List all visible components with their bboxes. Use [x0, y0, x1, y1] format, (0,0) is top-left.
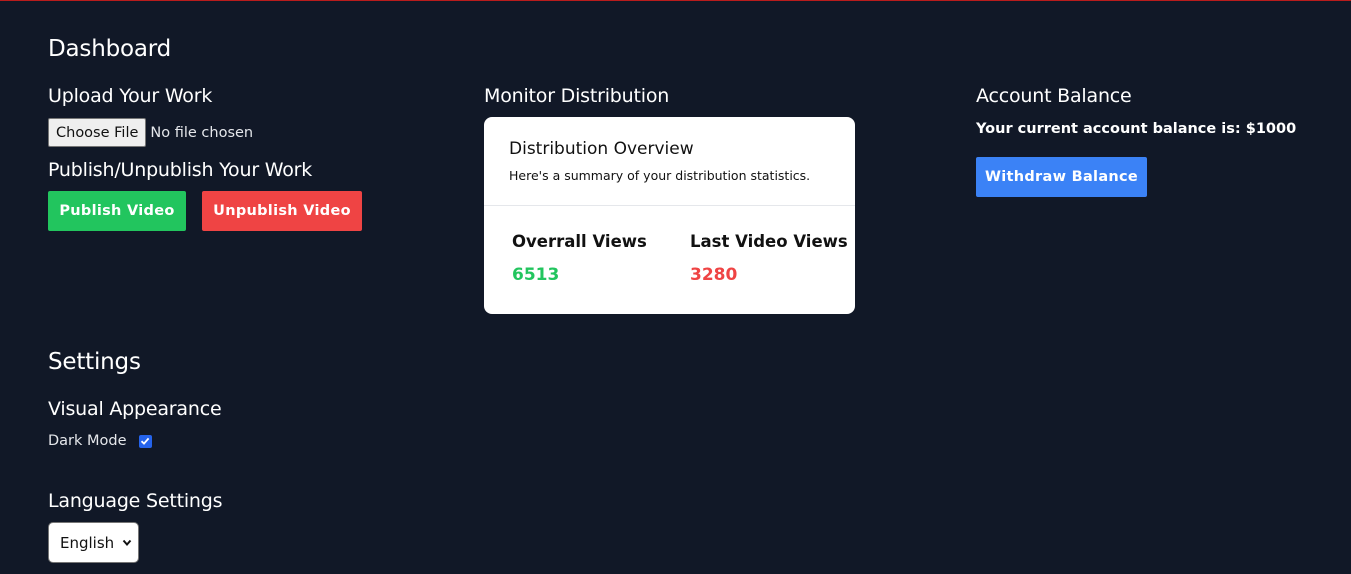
monitor-heading: Monitor Distribution: [484, 85, 670, 107]
chevron-down-icon: [122, 539, 132, 547]
upload-heading: Upload Your Work: [48, 85, 213, 107]
choose-file-button[interactable]: Choose File: [48, 118, 147, 147]
card-divider: [484, 205, 855, 206]
language-selected-value: English: [60, 533, 115, 552]
last-video-views-label: Last Video Views: [690, 232, 848, 251]
dark-mode-label: Dark Mode: [48, 433, 127, 449]
overall-views-label: Overrall Views: [512, 232, 647, 251]
language-select[interactable]: English: [48, 522, 139, 563]
balance-heading: Account Balance: [976, 85, 1132, 107]
language-settings-heading: Language Settings: [48, 490, 223, 512]
card-subtitle: Here's a summary of your distribution st…: [509, 168, 811, 183]
withdraw-balance-button[interactable]: Withdraw Balance: [976, 157, 1147, 197]
card-title: Distribution Overview: [509, 139, 694, 159]
dark-mode-row: Dark Mode: [48, 433, 152, 449]
visual-appearance-heading: Visual Appearance: [48, 398, 222, 420]
last-video-views-value: 3280: [690, 265, 738, 285]
page-title: Dashboard: [48, 36, 171, 62]
top-accent-line: [0, 0, 1351, 1]
publish-video-button[interactable]: Publish Video: [48, 191, 186, 231]
file-status-text: No file chosen: [150, 124, 254, 141]
overall-views-value: 6513: [512, 265, 560, 285]
publish-heading: Publish/Unpublish Your Work: [48, 159, 313, 181]
unpublish-video-button[interactable]: Unpublish Video: [202, 191, 362, 231]
balance-text: Your current account balance is: $1000: [976, 121, 1297, 137]
dark-mode-checkbox[interactable]: [138, 434, 152, 448]
file-input[interactable]: Choose File No file chosen: [48, 118, 253, 147]
settings-title: Settings: [48, 349, 141, 375]
distribution-card: Distribution Overview Here's a summary o…: [484, 117, 855, 314]
checkmark-icon: [140, 437, 150, 445]
